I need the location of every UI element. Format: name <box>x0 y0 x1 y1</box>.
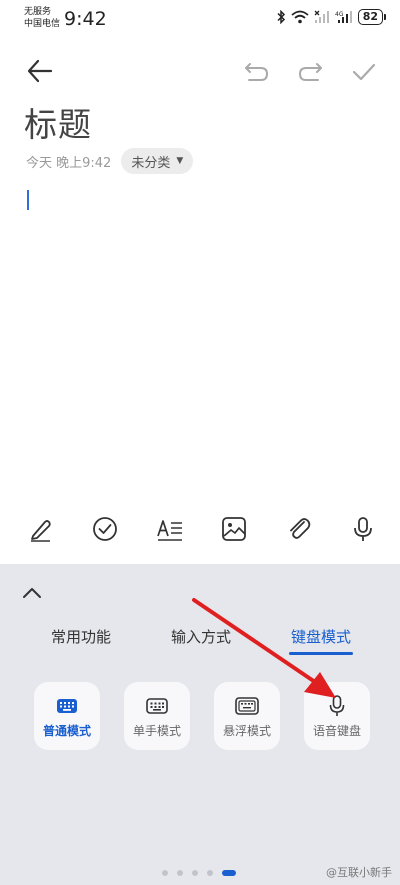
mode-card-normal[interactable]: 普通模式 <box>34 682 100 750</box>
mode-label-one-hand: 单手模式 <box>132 724 181 738</box>
floating-keyboard-icon <box>235 697 259 715</box>
caret-down-icon: ▼ <box>176 156 184 166</box>
image-icon[interactable] <box>221 516 247 542</box>
page-indicator <box>162 870 236 876</box>
mode-card-one-hand[interactable]: 单手模式 <box>124 682 190 750</box>
signal-no-service-icon <box>314 10 329 23</box>
page-dot-active[interactable] <box>222 870 236 876</box>
active-tab-indicator <box>289 652 353 655</box>
battery-icon: 82 <box>357 9 386 25</box>
signal-4g-icon: 4G <box>335 11 352 23</box>
status-time: 9:42 <box>64 8 107 30</box>
handwriting-pen-icon[interactable] <box>28 516 54 542</box>
carrier-line-2: 中国电信 <box>24 19 61 29</box>
confirm-check-icon[interactable] <box>352 62 376 82</box>
category-label: 未分类 <box>131 155 171 171</box>
redo-icon[interactable] <box>298 62 324 82</box>
format-toolbar <box>0 506 400 552</box>
microphone-icon[interactable] <box>350 516 376 542</box>
page-dot[interactable] <box>192 870 198 876</box>
mode-label-voice-keyboard: 语音键盘 <box>312 724 361 738</box>
text-cursor <box>27 190 29 210</box>
attachment-icon[interactable] <box>286 516 312 542</box>
mode-label-normal: 普通模式 <box>42 724 91 738</box>
status-bar: 无服务 中国电信 9:42 4G 82 <box>0 0 400 40</box>
mode-label-floating: 悬浮模式 <box>222 724 271 738</box>
note-date: 今天 晚上9:42 <box>26 155 112 171</box>
checklist-icon[interactable] <box>92 516 118 542</box>
battery-level: 82 <box>357 9 383 25</box>
chevron-up-icon[interactable] <box>22 586 42 600</box>
mode-card-floating[interactable]: 悬浮模式 <box>214 682 280 750</box>
text-format-icon[interactable] <box>157 516 183 542</box>
carrier-info: 无服务 中国电信 <box>24 6 60 30</box>
mode-card-voice-keyboard[interactable]: 语音键盘 <box>304 682 370 750</box>
carrier-line-1: 无服务 <box>24 7 52 17</box>
tab-keyboard-mode[interactable]: 键盘模式 <box>291 626 351 647</box>
wifi-icon <box>291 10 309 24</box>
page-dot[interactable] <box>162 870 168 876</box>
undo-icon[interactable] <box>243 62 269 82</box>
back-arrow-icon[interactable] <box>26 58 54 84</box>
watermark: @互联小新手 <box>326 866 392 879</box>
input-settings-panel: 常用功能 输入方式 键盘模式 普通模式 单手模式 悬浮模式 语音键盘 @互联小新… <box>0 564 400 885</box>
microphone-icon <box>329 695 345 716</box>
tab-common-functions[interactable]: 常用功能 <box>51 626 111 647</box>
keyboard-icon <box>146 698 168 714</box>
page-dot[interactable] <box>177 870 183 876</box>
status-icons: 4G 82 <box>276 9 386 25</box>
svg-text:4G: 4G <box>335 11 344 18</box>
keyboard-icon <box>57 699 77 713</box>
category-dropdown[interactable]: 未分类 ▼ <box>121 148 194 174</box>
note-title[interactable]: 标题 <box>24 98 92 146</box>
note-toolbar <box>0 50 400 94</box>
tab-input-method[interactable]: 输入方式 <box>171 626 231 647</box>
bluetooth-icon <box>277 10 285 24</box>
page-dot[interactable] <box>207 870 213 876</box>
note-meta: 今天 晚上9:42 未分类 ▼ <box>26 148 194 174</box>
